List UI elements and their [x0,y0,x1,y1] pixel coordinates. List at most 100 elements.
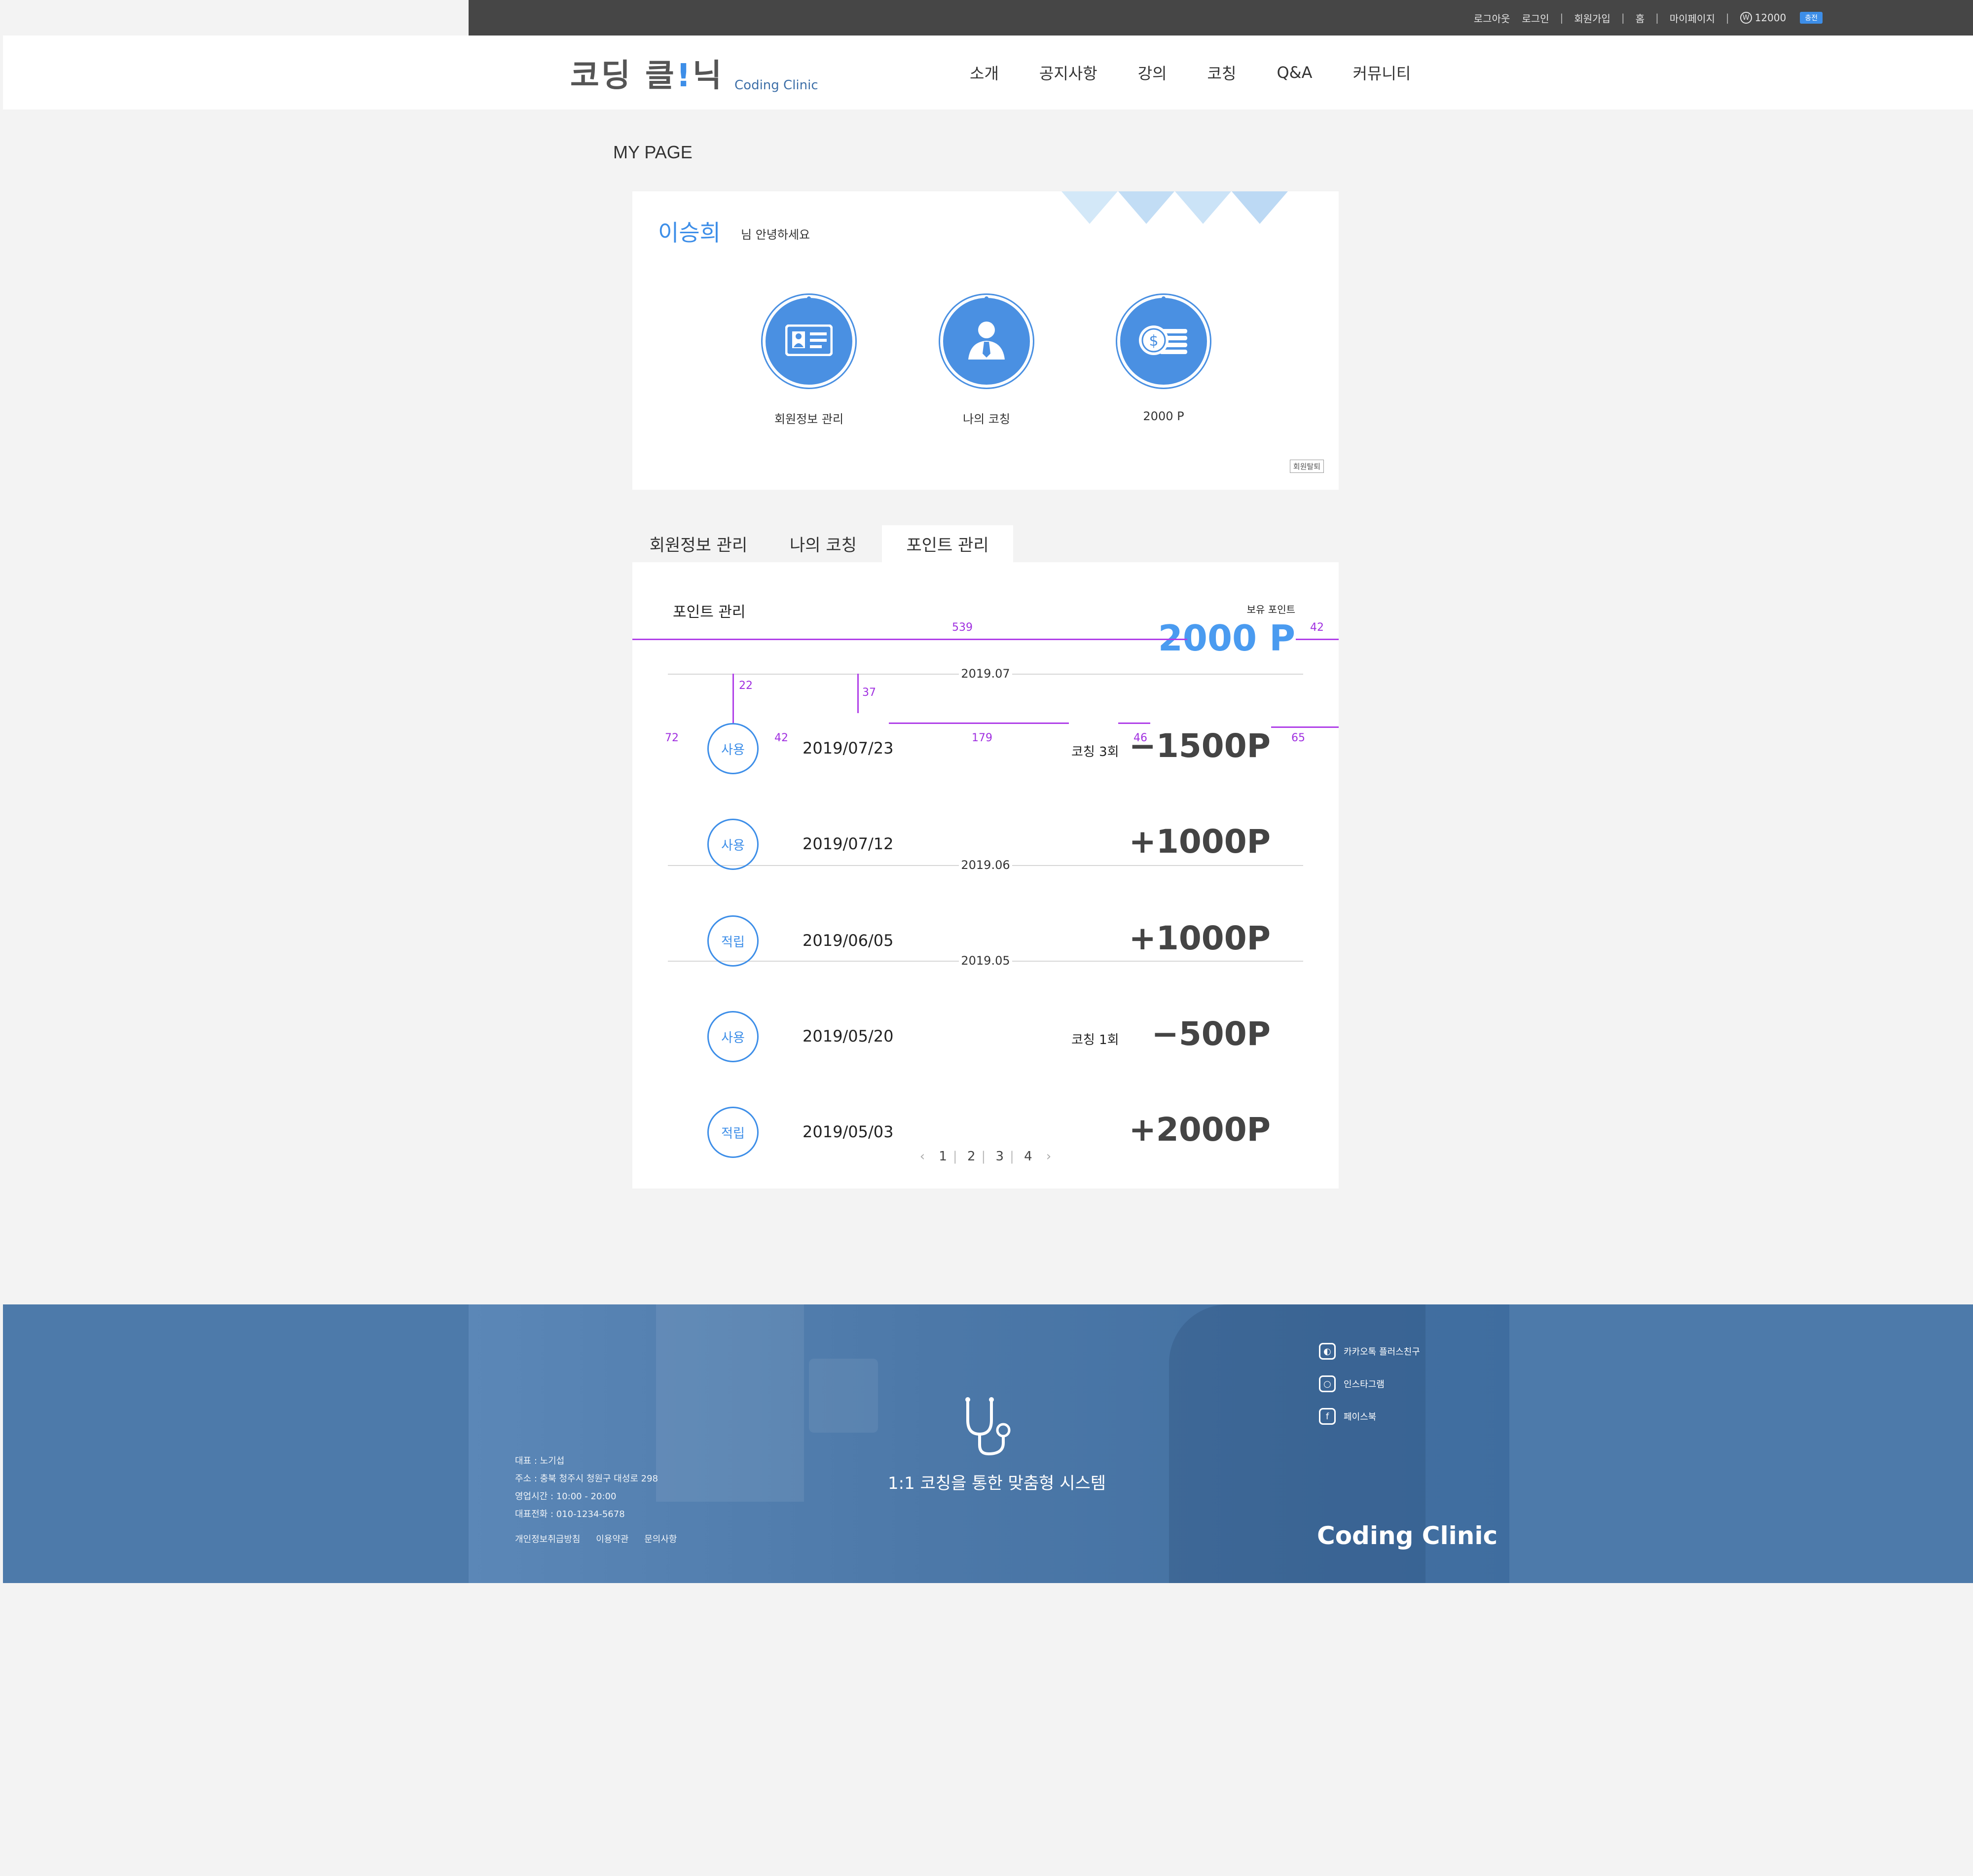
measure-label: 539 [952,621,973,634]
point-balance: 12000 [1754,12,1787,24]
background-photo-cup [809,1359,878,1433]
decor-triangle [1232,191,1288,224]
info-ceo: 대표 : 노기섭 [515,1456,565,1466]
transaction-type-badge: 사용 [707,1011,759,1062]
measure-label: 42 [1310,621,1324,634]
transaction-amount: −1500P [1129,727,1271,765]
main-nav: 소개 공지사항 강의 코칭 Q&A 커뮤니티 [970,36,1451,109]
logout-link[interactable]: 로그아웃 [1474,11,1510,25]
utility-links: 로그아웃 로그인 | 회원가입 | 홈 | 마이페이지 | W 12000 충전 [1474,0,1823,36]
decor-triangle [1061,191,1118,224]
separator: | [981,1149,986,1164]
menu-label: 나의 코칭 [963,412,1010,426]
month-divider: 2019.07 [668,667,1303,682]
footer-brand: Coding Clinic [1317,1521,1498,1550]
info-address: 주소 : 충북 청주시 청원구 대성로 298 [515,1474,658,1484]
social-links: ◐ 카카오톡 플러스친구 ○ 인스타그램 f 페이스북 [1319,1343,1420,1441]
nav-community[interactable]: 커뮤니티 [1352,61,1411,84]
page-link[interactable]: 2 [967,1149,976,1164]
panel-title: 포인트 관리 [673,604,746,621]
company-info: 대표 : 노기섭 주소 : 충북 청주시 청원구 대성로 298 영업시간 : … [515,1452,658,1523]
site-logo[interactable]: 코딩 클!닉 Coding Clinic [570,50,818,96]
separator: | [1621,12,1625,24]
utility-bar: 로그아웃 로그인 | 회원가입 | 홈 | 마이페이지 | W 12000 충전 [0,0,1973,36]
measure-line [1271,726,1339,728]
social-kakao[interactable]: ◐ 카카오톡 플러스친구 [1319,1343,1420,1360]
menu-label: 2000 P [1143,409,1184,423]
transaction-row: 사용 2019/05/20 코칭 1회 −500P [632,1011,1339,1065]
transaction-amount: +1000P [1129,823,1271,861]
measure-line [889,722,1069,724]
transaction-date: 2019/05/03 [803,1122,894,1141]
transaction-row: 사용 2019/07/23 코칭 3회 −1500P [632,723,1339,777]
nav-about[interactable]: 소개 [970,61,999,84]
tab-my-coaching[interactable]: 나의 코칭 [765,525,882,562]
page-link[interactable]: 4 [1024,1149,1032,1164]
menu-points[interactable]: $ 2000 P [1117,295,1210,423]
measure-label: 46 [1133,732,1147,744]
measure-line [857,674,859,713]
home-link[interactable]: 홈 [1636,11,1644,25]
contact-link[interactable]: 문의사항 [644,1534,677,1545]
prev-page-button[interactable]: ‹ [920,1149,925,1164]
mypage-tabs: 회원정보 관리 나의 코칭 포인트 관리 [632,525,1013,562]
nav-notice[interactable]: 공지사항 [1039,61,1097,84]
social-facebook[interactable]: f 페이스북 [1319,1408,1420,1425]
transaction-date: 2019/07/12 [803,834,894,853]
profile-card: 이승희 님 안녕하세요 회원정보 관리 나의 코칭 $ 2000 P 회원탈퇴 [632,191,1339,490]
menu-label: 회원정보 관리 [774,412,844,426]
circle-button[interactable] [940,295,1033,388]
mypage-link[interactable]: 마이페이지 [1670,11,1715,25]
stethoscope-icon [958,1396,1022,1462]
footer-slogan: 1:1 코칭을 통한 맞춤형 시스템 [888,1474,1106,1493]
won-icon: W [1740,12,1752,24]
transaction-amount: +2000P [1129,1111,1271,1149]
terms-link[interactable]: 이용약관 [596,1534,628,1545]
kakao-icon: ◐ [1319,1343,1336,1360]
measure-line [632,639,1187,640]
greeting-text: 님 안녕하세요 [741,228,810,242]
privacy-link[interactable]: 개인정보취급방침 [515,1534,580,1545]
separator: | [1010,1149,1014,1164]
withdraw-button[interactable]: 회원탈퇴 [1289,460,1324,473]
nav-lecture[interactable]: 강의 [1138,61,1167,84]
next-page-button[interactable]: › [1046,1149,1051,1164]
tab-member-info[interactable]: 회원정보 관리 [632,525,765,562]
info-phone: 대표전화 : 010-1234-5678 [515,1509,625,1519]
tab-point-management[interactable]: 포인트 관리 [882,525,1013,562]
transaction-row: 사용 2019/07/12 +1000P [632,819,1339,873]
id-card-icon [785,324,833,358]
page-link[interactable]: 1 [939,1149,947,1164]
login-link[interactable]: 로그인 [1522,11,1549,25]
measure-label: 179 [972,732,992,744]
page-title: MY PAGE [613,142,693,162]
transaction-type-badge: 사용 [707,819,759,870]
nav-coaching[interactable]: 코칭 [1207,61,1237,84]
transaction-date: 2019/05/20 [803,1027,894,1046]
facebook-icon: f [1319,1408,1336,1425]
transaction-row: 적립 2019/06/05 +1000P [632,915,1339,970]
menu-my-coaching[interactable]: 나의 코칭 [940,295,1033,427]
site-footer: 대표 : 노기섭 주소 : 충북 청주시 청원구 대성로 298 영업시간 : … [3,1304,1973,1583]
page-link[interactable]: 3 [996,1149,1004,1164]
charge-button[interactable]: 충전 [1800,12,1823,24]
separator: | [1560,12,1564,24]
month-label: 2019.07 [961,667,1010,681]
nav-qna[interactable]: Q&A [1277,63,1312,82]
pagination: ‹ 1 | 2 | 3 | 4 › [632,1149,1339,1164]
transaction-type-badge: 사용 [707,723,759,774]
coins-icon: $ [1138,323,1189,360]
site-header: 코딩 클!닉 Coding Clinic 소개 공지사항 강의 코칭 Q&A 커… [0,36,1973,109]
transaction-memo: 코칭 3회 [1071,745,1119,759]
social-instagram[interactable]: ○ 인스타그램 [1319,1375,1420,1392]
circle-button[interactable]: $ [1117,295,1210,388]
measure-label: 42 [774,732,788,744]
menu-member-info[interactable]: 회원정보 관리 [763,295,855,427]
transaction-amount: −500P [1151,1015,1271,1053]
person-tie-icon [964,318,1009,364]
measure-label: 72 [665,732,679,744]
own-points-label: 보유 포인트 [1246,604,1295,615]
signup-link[interactable]: 회원가입 [1574,11,1610,25]
circle-button[interactable] [763,295,855,388]
transaction-date: 2019/07/23 [803,739,894,758]
